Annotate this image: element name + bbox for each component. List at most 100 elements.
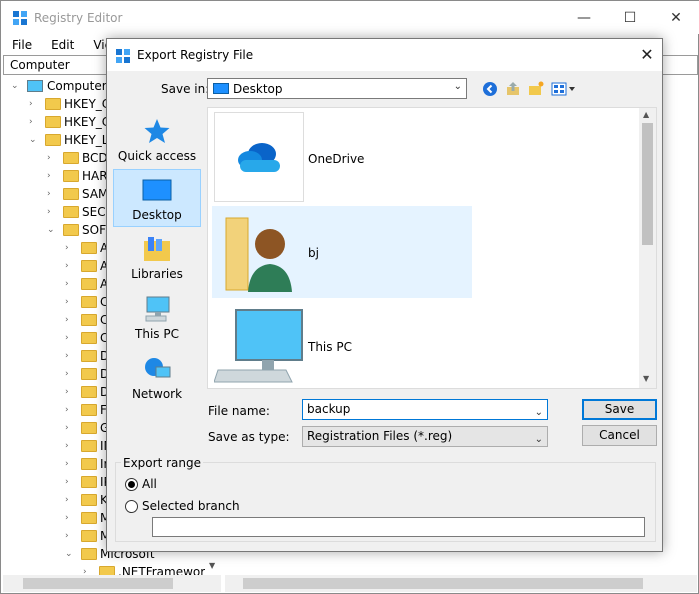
save-in-dropdown[interactable]: Desktop ⌄ xyxy=(207,78,467,99)
place-quick-access[interactable]: Quick access xyxy=(113,111,201,169)
range-all-option[interactable]: All xyxy=(125,477,157,491)
file-list[interactable]: OneDrive bj This PC xyxy=(207,107,657,389)
chevron-icon[interactable]: › xyxy=(65,509,77,527)
chevron-icon[interactable]: › xyxy=(65,527,77,545)
tree-node[interactable]: ⌄ SOFT xyxy=(47,221,113,239)
place-this-pc[interactable]: This PC xyxy=(113,289,201,347)
chevron-icon[interactable]: › xyxy=(65,437,77,455)
tree-node[interactable]: › HKEY_CL xyxy=(29,95,117,113)
dialog-title-bar: Export Registry File ✕ xyxy=(107,39,662,71)
menu-edit[interactable]: Edit xyxy=(40,35,82,55)
chevron-icon[interactable]: › xyxy=(47,185,59,203)
chevron-icon[interactable]: › xyxy=(65,365,77,383)
chevron-icon[interactable]: › xyxy=(65,275,77,293)
chevron-down-icon: ⌄ xyxy=(534,434,543,445)
chevron-icon[interactable]: › xyxy=(47,203,59,221)
tree-node[interactable]: ›Cl xyxy=(65,311,112,329)
scroll-up-icon[interactable]: ▲ xyxy=(643,110,649,119)
cancel-button[interactable]: Cancel xyxy=(582,425,657,446)
place-network[interactable]: Network xyxy=(113,349,201,407)
chevron-icon[interactable]: › xyxy=(65,347,77,365)
view-menu-icon[interactable] xyxy=(550,79,578,99)
file-name-input[interactable]: backup ⌄ xyxy=(302,399,548,420)
scroll-down-icon[interactable]: ▼ xyxy=(209,561,215,570)
chevron-icon[interactable]: › xyxy=(65,473,77,491)
close-icon[interactable]: ✕ xyxy=(653,1,699,34)
folder-icon xyxy=(81,296,97,308)
chevron-icon[interactable]: › xyxy=(29,95,41,113)
computer-icon xyxy=(27,80,43,92)
chevron-icon[interactable]: › xyxy=(47,149,59,167)
chevron-icon[interactable]: › xyxy=(65,401,77,419)
folder-icon xyxy=(81,368,97,380)
radio-all[interactable] xyxy=(125,477,138,491)
up-folder-icon[interactable] xyxy=(503,79,523,99)
folder-icon xyxy=(81,260,97,272)
chevron-icon[interactable]: › xyxy=(65,257,77,275)
registry-app-icon xyxy=(12,10,28,29)
file-item-onedrive[interactable]: OneDrive xyxy=(212,112,472,204)
chevron-icon[interactable]: › xyxy=(65,293,77,311)
dialog-close-icon[interactable]: ✕ xyxy=(635,43,659,67)
place-libraries[interactable]: Libraries xyxy=(113,229,201,287)
tree-horizontal-scrollbar[interactable] xyxy=(3,575,221,592)
file-list-scroll-thumb[interactable] xyxy=(642,123,653,245)
chevron-icon[interactable]: ⌄ xyxy=(47,221,59,239)
new-folder-icon[interactable] xyxy=(526,79,546,99)
tree-node[interactable]: ⌄ Computer xyxy=(11,77,107,95)
chevron-icon[interactable]: ⌄ xyxy=(11,77,23,95)
chevron-icon[interactable]: › xyxy=(65,311,77,329)
folder-icon xyxy=(81,458,97,470)
scroll-down-icon[interactable]: ▼ xyxy=(643,374,649,383)
chevron-icon[interactable]: › xyxy=(65,455,77,473)
chevron-icon[interactable]: › xyxy=(47,167,59,185)
folder-icon xyxy=(81,314,97,326)
chevron-icon[interactable]: › xyxy=(65,383,77,401)
tree-node[interactable]: › SAM xyxy=(47,185,108,203)
chevron-icon[interactable]: › xyxy=(65,419,77,437)
onedrive-icon xyxy=(214,112,304,202)
places-bar: Quick access Desktop Libraries This PC N… xyxy=(113,107,201,447)
folder-icon xyxy=(63,188,79,200)
tree-node[interactable]: ›Cl xyxy=(65,293,112,311)
folder-icon xyxy=(81,548,97,560)
dialog-title: Export Registry File xyxy=(137,48,254,62)
tree-node[interactable]: ⌄ HKEY_LO xyxy=(29,131,118,149)
range-selected-option[interactable]: Selected branch xyxy=(125,499,240,513)
libraries-icon xyxy=(142,235,172,263)
file-item-bj[interactable]: bj xyxy=(212,206,472,298)
folder-icon xyxy=(81,494,97,506)
values-horizontal-scrollbar[interactable] xyxy=(225,575,697,592)
folder-icon xyxy=(81,332,97,344)
place-desktop[interactable]: Desktop xyxy=(113,169,201,227)
folder-icon xyxy=(45,98,61,110)
chevron-icon[interactable]: ⌄ xyxy=(29,131,41,149)
save-as-type-select[interactable]: Registration Files (*.reg) ⌄ xyxy=(302,426,548,447)
minimize-icon[interactable]: — xyxy=(561,1,607,34)
selected-branch-input[interactable] xyxy=(152,517,645,537)
chevron-icon[interactable]: › xyxy=(29,113,41,131)
back-icon[interactable] xyxy=(480,79,500,99)
radio-selected-branch[interactable] xyxy=(125,499,138,513)
dialog-app-icon xyxy=(115,48,131,67)
folder-icon xyxy=(63,206,79,218)
folder-icon xyxy=(81,350,97,362)
save-button[interactable]: Save xyxy=(582,399,657,420)
menu-file[interactable]: File xyxy=(1,35,40,55)
chevron-down-icon[interactable]: ⌄ xyxy=(535,403,543,422)
chevron-icon[interactable]: › xyxy=(65,329,77,347)
tree-hscroll-thumb[interactable] xyxy=(23,578,173,589)
registry-title-bar: Registry Editor — ☐ ✕ xyxy=(1,1,699,34)
save-in-label: Save in: xyxy=(161,82,210,96)
maximize-icon[interactable]: ☐ xyxy=(607,1,653,34)
values-hscroll-thumb[interactable] xyxy=(243,578,643,589)
file-item-label: bj xyxy=(308,246,319,260)
file-item-this-pc[interactable]: This PC xyxy=(212,300,472,392)
chevron-icon[interactable]: › xyxy=(65,491,77,509)
folder-icon xyxy=(81,440,97,452)
tree-node[interactable]: › SECU xyxy=(47,203,114,221)
chevron-icon[interactable]: › xyxy=(65,239,77,257)
chevron-icon[interactable]: ⌄ xyxy=(65,545,77,563)
star-icon xyxy=(142,117,172,145)
folder-icon xyxy=(63,170,79,182)
